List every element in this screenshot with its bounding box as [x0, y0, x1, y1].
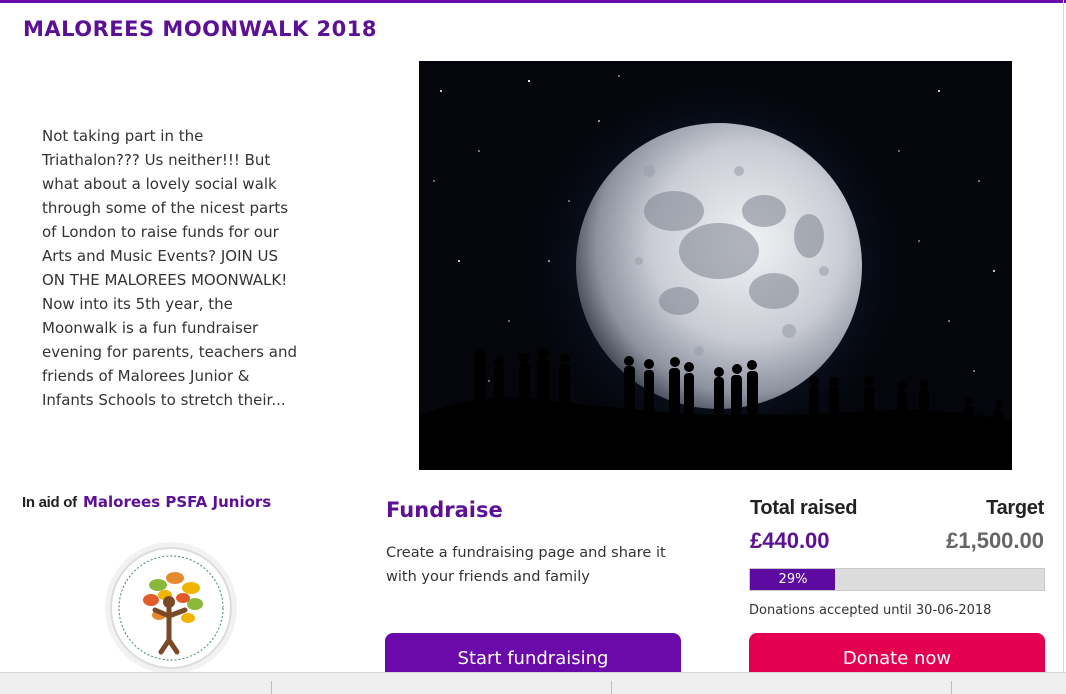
footer-separator	[271, 681, 272, 694]
fundraise-description: Create a fundraising page and share it w…	[386, 545, 666, 585]
bottom-footer-bar	[0, 672, 1066, 694]
target-label: Target	[986, 497, 1044, 519]
fundraising-progress-bar: 29%	[749, 568, 1045, 591]
progress-percent-label: 29%	[778, 572, 808, 587]
footer-separator	[951, 681, 952, 694]
event-description: Not taking part in the Triathalon??? Us …	[42, 127, 297, 409]
in-aid-of-line: In aid of Malorees PSFA Juniors	[22, 493, 271, 511]
in-aid-of-label: In aid of	[22, 494, 77, 511]
charity-logo[interactable]	[103, 540, 239, 676]
hero-image-moonwalk	[419, 61, 1012, 470]
charity-name-link[interactable]: Malorees PSFA Juniors	[83, 493, 271, 511]
right-divider	[1063, 0, 1064, 672]
top-accent-rule	[0, 0, 1066, 3]
total-raised-amount: £440.00	[750, 528, 830, 553]
donation-deadline: Donations accepted until 30-06-2018	[749, 603, 992, 618]
page-title: MALOREES MOONWALK 2018	[23, 17, 377, 41]
total-raised-label: Total raised	[750, 497, 858, 519]
target-amount: £1,500.00	[946, 528, 1044, 553]
fundraise-heading: Fundraise	[386, 498, 503, 522]
footer-separator	[611, 681, 612, 694]
